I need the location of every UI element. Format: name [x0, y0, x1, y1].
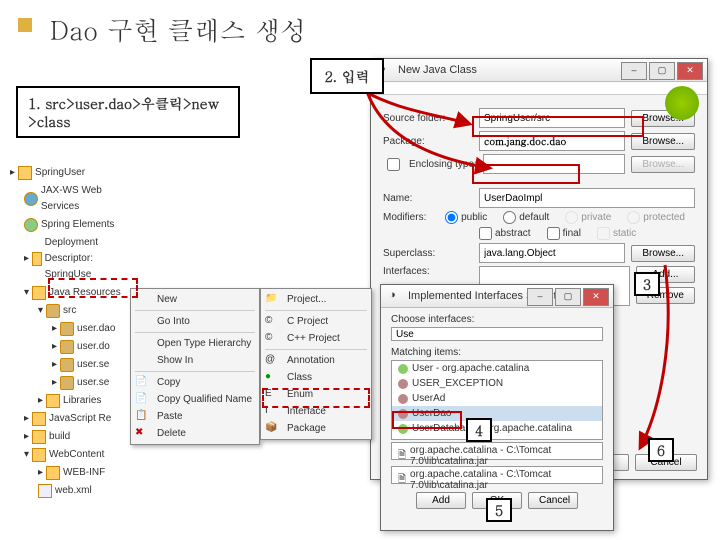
enclosing-checkbox[interactable] [387, 158, 400, 171]
menu-showin[interactable]: Show In [131, 352, 259, 369]
tree-package[interactable]: ▸user.dao [10, 320, 142, 338]
interface-icon [398, 379, 408, 389]
list-item[interactable]: USER_EXCEPTION [392, 376, 602, 391]
interface-selection-dialog: ◑ Implemented Interfaces Selection – ▢ ✕… [380, 284, 614, 531]
tree-item[interactable]: ▸Libraries [10, 392, 142, 410]
context-submenu-new: 📁Project... ©C Project ©C++ Project @Ann… [260, 288, 372, 440]
tree-src[interactable]: ▾src [10, 302, 142, 320]
menu-gointo[interactable]: Go Into [131, 313, 259, 330]
list-item[interactable]: User - org.apache.catalina [392, 361, 602, 376]
label-package: Package: [383, 136, 473, 147]
jar-info: 🗎org.apache.catalina - C:\Tomcat 7.0\lib… [392, 443, 602, 469]
browse-button[interactable]: Browse... [631, 245, 695, 262]
copy-icon: 📄 [135, 376, 149, 390]
new-cproject[interactable]: ©C Project [261, 313, 371, 330]
tree-item[interactable]: ▾WebContent [10, 446, 142, 464]
cpp-icon: © [265, 332, 279, 346]
interface-icon [398, 394, 408, 404]
class-icon: ● [265, 371, 279, 385]
context-menu: New Go Into Open Type Hierarchy Show In … [130, 288, 260, 445]
menu-paste[interactable]: 📋Paste [131, 408, 259, 425]
radio-protected[interactable]: protected [627, 211, 685, 224]
tree-item[interactable]: Spring Elements [10, 216, 142, 234]
close-button[interactable]: ✕ [583, 288, 609, 306]
label-modifiers: Modifiers: [383, 212, 439, 223]
interface-icon [398, 364, 408, 374]
tree-item[interactable]: JAX-WS Web Services [10, 182, 142, 216]
project-explorer: ▸SpringUser JAX-WS Web Services Spring E… [6, 160, 146, 520]
new-project[interactable]: 📁Project... [261, 291, 371, 308]
label-enclosing: Enclosing type: [409, 159, 477, 170]
minimize-button[interactable]: – [621, 62, 647, 80]
jar-info: 🗎org.apache.catalina - C:\Tomcat 7.0\lib… [392, 467, 602, 493]
label-choose: Choose interfaces: [391, 314, 603, 325]
cancel-button[interactable]: Cancel [528, 492, 578, 509]
add-button[interactable]: Add [416, 492, 466, 509]
superclass-input[interactable] [479, 243, 625, 263]
callout-step6: 6 [648, 438, 674, 462]
close-button[interactable]: ✕ [677, 62, 703, 80]
label-matching: Matching items: [391, 347, 603, 358]
radio-private[interactable]: private [565, 211, 611, 224]
tree-item[interactable]: ▸Deployment Descriptor: SpringUse [10, 234, 142, 284]
menu-opentype[interactable]: Open Type Hierarchy [131, 335, 259, 352]
menu-copy[interactable]: 📄Copy [131, 374, 259, 391]
new-class[interactable]: ●Class [261, 369, 371, 386]
tree-item[interactable]: ▸JavaScript Re [10, 410, 142, 428]
dialog-title: New Java Class [398, 64, 477, 76]
tree-item[interactable]: ▸WEB-INF [10, 464, 142, 482]
minimize-button[interactable]: – [527, 288, 553, 306]
menu-copyqn[interactable]: 📄Copy Qualified Name [131, 391, 259, 408]
project-icon: 📁 [265, 293, 279, 307]
radio-public[interactable]: public [445, 211, 487, 224]
label-source-folder: Source folder: [383, 113, 473, 124]
callout-step1: 1. src>user.dao>우클릭>new >class [16, 86, 240, 138]
callout-step4: 4 [466, 418, 492, 442]
check-final[interactable]: final [547, 227, 581, 240]
eclipse-icon: ◑ [389, 289, 403, 303]
check-abstract[interactable]: abstract [479, 227, 531, 240]
tree-project[interactable]: ▸SpringUser [10, 164, 142, 182]
package-icon: 📦 [265, 422, 279, 436]
tree-package[interactable]: ▸user.se [10, 356, 142, 374]
class-wizard-icon [665, 86, 699, 120]
tree-item[interactable]: web.xml [10, 482, 142, 500]
label-interfaces: Interfaces: [383, 266, 473, 277]
new-package[interactable]: 📦Package [261, 420, 371, 437]
tree-package[interactable]: ▸user.do [10, 338, 142, 356]
jar-icon: 🗎 [398, 472, 406, 489]
maximize-button[interactable]: ▢ [555, 288, 581, 306]
label-name: Name: [383, 193, 473, 204]
browse-button: Browse... [631, 156, 695, 173]
new-annotation[interactable]: @Annotation [261, 352, 371, 369]
delete-icon: ✖ [135, 427, 149, 441]
tree-item[interactable]: ▸build [10, 428, 142, 446]
check-static[interactable]: static [597, 227, 636, 240]
callout-step2: 2. 입력 [310, 58, 384, 94]
menu-delete[interactable]: ✖Delete [131, 425, 259, 442]
paste-icon: 📋 [135, 410, 149, 424]
annotation-icon: @ [265, 354, 279, 368]
dialog-titlebar: ◑ Implemented Interfaces Selection – ▢ ✕ [381, 285, 613, 308]
callout-step5: 5 [486, 498, 512, 522]
name-input[interactable] [479, 188, 695, 208]
new-cppproject[interactable]: ©C++ Project [261, 330, 371, 347]
maximize-button[interactable]: ▢ [649, 62, 675, 80]
jar-icon: 🗎 [398, 448, 406, 465]
choose-input[interactable] [391, 327, 603, 341]
radio-default[interactable]: default [503, 211, 549, 224]
tree-package[interactable]: ▸user.se [10, 374, 142, 392]
c-icon: © [265, 315, 279, 329]
list-item[interactable]: UserAd [392, 391, 602, 406]
label-superclass: Superclass: [383, 248, 473, 259]
slide-title: Dao 구현 클래스 생성 [50, 12, 306, 48]
callout-step3: 3 [634, 272, 660, 296]
menu-new[interactable]: New [131, 291, 259, 308]
copy-icon: 📄 [135, 393, 149, 407]
dialog-titlebar: ◑ New Java Class – ▢ ✕ [371, 59, 707, 82]
